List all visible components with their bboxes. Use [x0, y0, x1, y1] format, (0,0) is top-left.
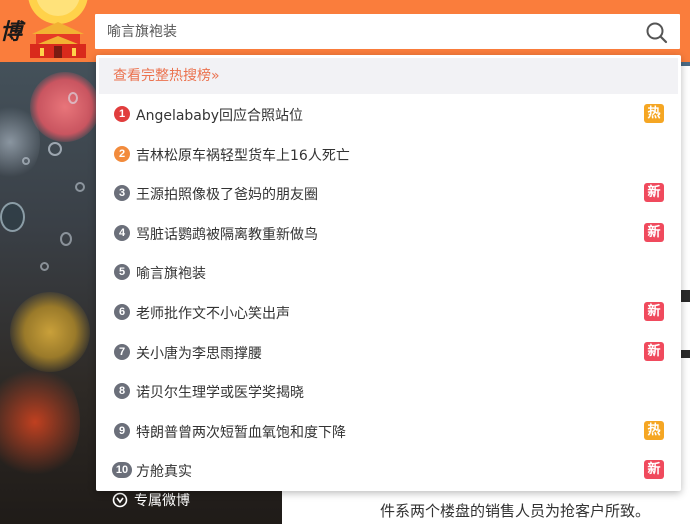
search-box	[94, 13, 681, 50]
festival-logo-icon[interactable]	[24, 0, 92, 62]
search-icon[interactable]	[645, 21, 668, 44]
hot-search-item[interactable]: 5 喻言旗袍装	[96, 253, 681, 292]
hot-search-item[interactable]: 3 王源拍照像极了爸妈的朋友圈 新	[96, 174, 681, 213]
hot-search-dropdown: 查看完整热搜榜» 1 Angelababy回应合照站位热 2 吉林松原车祸轻型货车上1…	[96, 55, 681, 491]
hot-search-item[interactable]: 7 关小唐为李思雨撑腰 新	[96, 333, 681, 372]
divider	[681, 62, 690, 66]
hot-search-item[interactable]: 10 方舱真实 新	[96, 451, 681, 490]
rank-number: 8	[114, 383, 130, 400]
hot-search-title: 关小唐为李思雨撑腰	[136, 345, 262, 362]
feed-post-text: 件系两个楼盘的销售人员为抢客户所致。	[380, 502, 651, 520]
hot-search-title: 骂脏话鹦鹉被隔离教重新做鸟	[136, 226, 318, 243]
hot-search-item[interactable]: 9 特朗普曾两次短暂血氧饱和度下降 热	[96, 412, 681, 451]
rank-number: 4	[114, 224, 130, 241]
new-badge: 新	[644, 460, 664, 480]
hot-search-title: Angelababy回应合照站位	[136, 108, 304, 124]
rank-number: 1	[114, 106, 130, 122]
divider	[681, 350, 690, 358]
hot-search-title: 特朗普曾两次短暂血氧饱和度下降	[136, 424, 346, 441]
rank-number: 5	[114, 264, 130, 281]
rank-number: 2	[114, 145, 130, 162]
weibo-logo-text[interactable]: 博	[0, 14, 22, 46]
hot-search-title: 王源拍照像极了爸妈的朋友圈	[136, 187, 318, 204]
rank-number: 10	[112, 462, 132, 479]
new-badge: 新	[644, 183, 664, 203]
hot-search-item[interactable]: 6 老师批作文不小心笑出声 新	[96, 293, 681, 332]
hot-search-title: 老师批作文不小心笑出声	[136, 306, 290, 322]
hot-badge: 热	[644, 104, 664, 123]
exclusive-icon	[112, 492, 128, 508]
hot-search-title: 喻言旗袍装	[136, 266, 206, 283]
hot-search-title: 诺贝尔生理学或医学奖揭晓	[136, 385, 304, 402]
rank-number: 3	[114, 185, 130, 202]
new-badge: 新	[644, 341, 664, 361]
divider	[681, 290, 690, 302]
search-input[interactable]	[107, 22, 627, 42]
hot-search-item[interactable]: 4 骂脏话鹦鹉被隔离教重新做鸟 新	[96, 214, 681, 253]
view-full-hot-list-link[interactable]: 查看完整热搜榜»	[99, 58, 678, 94]
rank-number: 6	[114, 304, 130, 320]
hot-search-title: 方舱真实	[136, 464, 192, 481]
hot-search-item[interactable]: 2 吉林松原车祸轻型货车上16人死亡	[96, 135, 681, 174]
new-badge: 新	[644, 222, 664, 242]
rank-number: 7	[114, 343, 130, 360]
hot-search-title: 吉林松原车祸轻型货车上16人死亡	[136, 147, 350, 164]
hot-search-item[interactable]: 8 诺贝尔生理学或医学奖揭晓	[96, 372, 681, 411]
new-badge: 新	[644, 302, 664, 321]
rank-number: 9	[114, 422, 130, 439]
hot-search-item[interactable]: 1 Angelababy回应合照站位 热	[96, 95, 681, 134]
sidebar-item-exclusive[interactable]: 专属微博	[112, 489, 190, 511]
hot-badge: 热	[644, 420, 664, 440]
sidebar-item-label: 专属微博	[134, 493, 190, 509]
